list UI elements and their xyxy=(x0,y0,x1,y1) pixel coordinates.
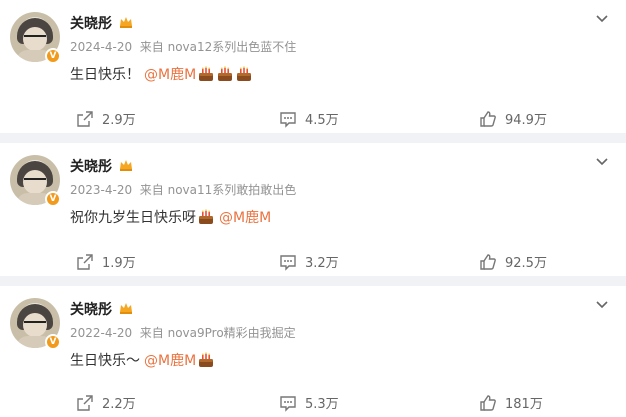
post-text: 生日快乐～ @M鹿M xyxy=(70,350,215,370)
post-meta: 2022-4-20 来自 nova9Pro精彩由我掘定 xyxy=(70,324,296,341)
share-icon xyxy=(77,110,93,127)
comment-button[interactable]: 5.3万 xyxy=(279,393,339,412)
like-button[interactable]: 94.9万 xyxy=(479,109,547,128)
crown-icon xyxy=(120,17,132,28)
source-prefix: 来自 xyxy=(139,183,164,197)
post-body: 祝你九岁生日快乐呀 xyxy=(70,210,196,226)
author-name[interactable]: 关晓彤 xyxy=(70,299,112,319)
post-text: 祝你九岁生日快乐呀 @M鹿M xyxy=(70,207,271,227)
share-icon xyxy=(77,253,93,270)
post-meta: 2024-4-20 来自 nova12系列出色蓝不住 xyxy=(70,38,296,55)
post-body: 生日快乐～ xyxy=(70,353,140,369)
chevron-down-icon[interactable] xyxy=(594,10,610,26)
comment-icon xyxy=(280,111,296,128)
cake-emoji-icon xyxy=(235,66,253,82)
post-source: nova9Pro精彩由我掘定 xyxy=(167,326,296,340)
action-bar: 2.2万 5.3万 181万 xyxy=(0,387,626,417)
share-icon xyxy=(77,394,93,411)
action-bar: 1.9万 3.2万 92.5万 xyxy=(0,246,626,276)
post-body: 生日快乐！ xyxy=(70,67,140,83)
post-date[interactable]: 2022-4-20 xyxy=(70,326,132,340)
chevron-down-icon[interactable] xyxy=(594,296,610,312)
comment-icon xyxy=(280,254,296,271)
source-prefix: 来自 xyxy=(139,40,164,54)
like-icon xyxy=(480,110,496,127)
action-bar: 2.9万 4.5万 94.9万 xyxy=(0,103,626,133)
post-source: nova11系列敢拍敢出色 xyxy=(167,183,297,197)
author-name[interactable]: 关晓彤 xyxy=(70,156,112,176)
comment-count: 5.3万 xyxy=(305,397,339,412)
cake-emoji-icon xyxy=(197,66,215,82)
comment-count: 4.5万 xyxy=(305,113,339,128)
comment-count: 3.2万 xyxy=(305,256,339,271)
comment-icon xyxy=(280,395,296,412)
verified-badge-icon: V xyxy=(45,191,61,207)
cake-emojis xyxy=(196,66,253,82)
post-text: 生日快乐！ @M鹿M xyxy=(70,64,253,84)
share-button[interactable]: 2.9万 xyxy=(76,109,136,128)
comment-button[interactable]: 3.2万 xyxy=(279,252,339,271)
mention-link[interactable]: @M鹿M xyxy=(144,350,196,370)
post-card: V 关晓彤 2024-4-20 来自 nova12系列出色蓝不住 生日快乐！ @… xyxy=(0,0,626,133)
cake-emoji-icon xyxy=(197,352,215,368)
post-source: nova12系列出色蓝不住 xyxy=(167,40,297,54)
source-prefix: 来自 xyxy=(139,326,164,340)
post-card: V 关晓彤 2022-4-20 来自 nova9Pro精彩由我掘定 生日快乐～ … xyxy=(0,286,626,417)
share-count: 1.9万 xyxy=(102,256,136,271)
like-icon xyxy=(480,253,496,270)
mention-link[interactable]: @M鹿M xyxy=(144,64,196,84)
like-icon xyxy=(480,394,496,411)
cake-emoji-icon xyxy=(197,209,215,225)
share-count: 2.9万 xyxy=(102,113,136,128)
chevron-down-icon[interactable] xyxy=(594,153,610,169)
post-card: V 关晓彤 2023-4-20 来自 nova11系列敢拍敢出色 祝你九岁生日快… xyxy=(0,143,626,276)
crown-icon xyxy=(120,303,132,314)
cake-emojis xyxy=(196,352,215,368)
like-count: 94.9万 xyxy=(505,113,547,128)
comment-button[interactable]: 4.5万 xyxy=(279,109,339,128)
crown-icon xyxy=(120,160,132,171)
like-count: 92.5万 xyxy=(505,256,547,271)
like-button[interactable]: 181万 xyxy=(479,393,543,412)
share-button[interactable]: 1.9万 xyxy=(76,252,136,271)
verified-badge-icon: V xyxy=(45,334,61,350)
cake-emoji-icon xyxy=(216,66,234,82)
share-count: 2.2万 xyxy=(102,397,136,412)
post-date[interactable]: 2023-4-20 xyxy=(70,183,132,197)
verified-badge-icon: V xyxy=(45,48,61,64)
like-count: 181万 xyxy=(505,397,543,412)
weibo-feed: V 关晓彤 2024-4-20 来自 nova12系列出色蓝不住 生日快乐！ @… xyxy=(0,0,626,417)
share-button[interactable]: 2.2万 xyxy=(76,393,136,412)
post-date[interactable]: 2024-4-20 xyxy=(70,40,132,54)
author-name[interactable]: 关晓彤 xyxy=(70,13,112,33)
mention-link[interactable]: @M鹿M xyxy=(219,207,271,227)
cake-emojis xyxy=(196,209,215,225)
post-meta: 2023-4-20 来自 nova11系列敢拍敢出色 xyxy=(70,181,296,198)
like-button[interactable]: 92.5万 xyxy=(479,252,547,271)
